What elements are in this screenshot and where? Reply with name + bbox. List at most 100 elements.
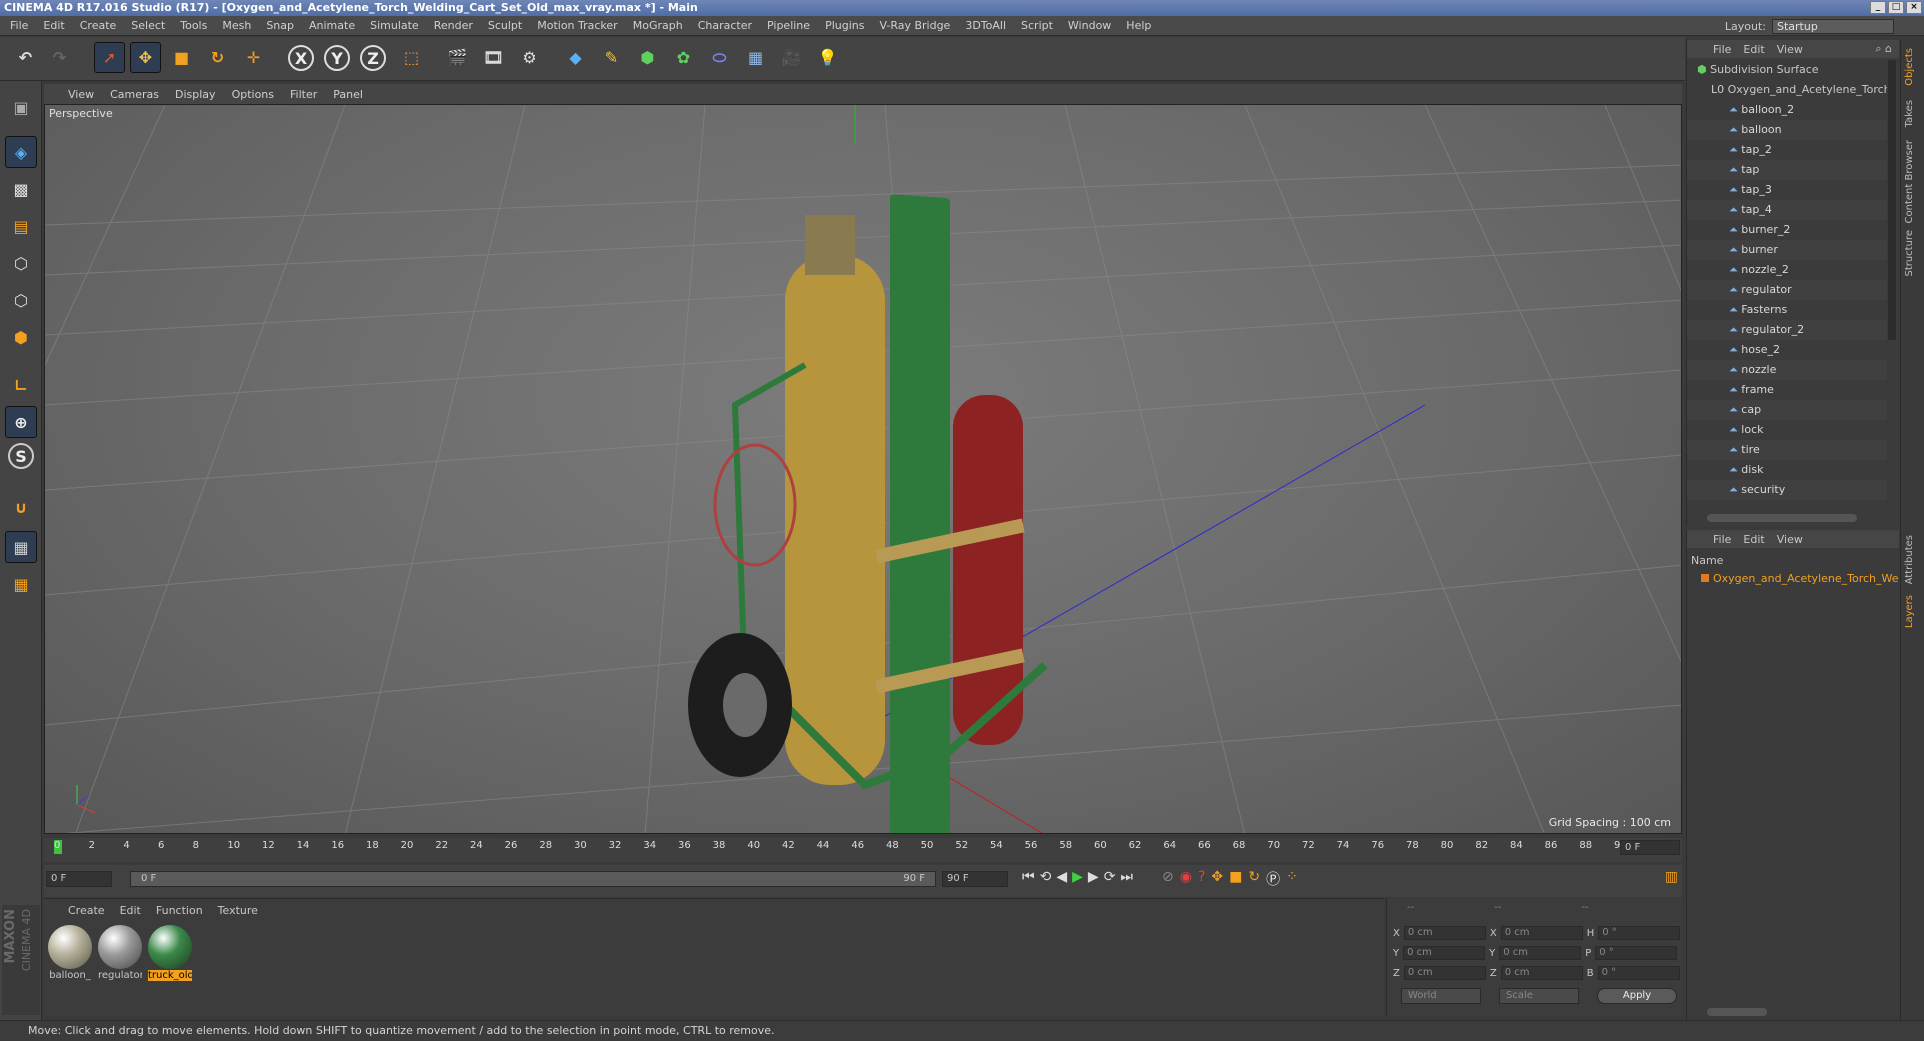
menu-item[interactable]: Plugins [825,19,864,32]
render-view-icon[interactable]: 🎬 [442,42,473,73]
welding-cart-model[interactable] [688,194,1048,834]
end-frame-field[interactable]: 90 F [942,871,1008,887]
y-axis-icon[interactable]: Y [324,45,350,71]
floor-icon[interactable]: ▦ [740,42,771,73]
objects-menu-item[interactable]: File [1713,43,1731,56]
object-row[interactable]: ⏶ Fasterns [1687,300,1887,320]
snap-icon[interactable]: S [8,443,34,469]
key-position-icon[interactable]: ✥ [1211,869,1223,889]
pen-icon[interactable]: ✎ [596,42,627,73]
undo-icon[interactable]: ↶ [10,42,41,73]
object-row[interactable]: ⏶ nozzle_2 [1687,260,1887,280]
menu-item[interactable]: Mesh [222,19,251,32]
menu-item[interactable]: 3DToAll [965,19,1006,32]
apply-button[interactable]: Apply [1597,988,1677,1004]
rotate-icon[interactable]: ↻ [202,42,233,73]
material-slot-selected[interactable]: truck_old [146,925,194,985]
object-row[interactable]: ⏶ tire [1687,440,1887,460]
viewport-menu-item[interactable]: Cameras [110,88,159,101]
object-row[interactable]: ⏶ frame [1687,380,1887,400]
transform-icon[interactable]: ✛ [238,42,269,73]
tab-layers[interactable]: Layers [1904,595,1922,628]
object-row[interactable]: ⏶ burner [1687,240,1887,260]
keyframe-help-icon[interactable]: ? [1198,869,1205,889]
autokey-icon[interactable]: ◉ [1180,869,1192,889]
layer-h-scrollbar[interactable] [1707,1008,1767,1016]
timeline-ruler[interactable]: 0 2 4 6 8 10 12 14 16 18 20 22 24 26 28 30 32 34 36 38 40 42 4… [44,838,1682,862]
object-row[interactable]: ⏶ disk [1687,460,1887,480]
subdivision-icon[interactable]: ⬢ [632,42,663,73]
object-row[interactable]: ⏶ hose_2 [1687,340,1887,360]
edges-mode-icon[interactable]: ⬡ [5,284,37,316]
menu-item[interactable]: Script [1021,19,1053,32]
goto-start-icon[interactable]: ⏮ [1022,869,1035,885]
material-slot[interactable]: balloon_ [46,925,94,985]
menu-item[interactable]: Window [1068,19,1111,32]
array-icon[interactable]: ✿ [668,42,699,73]
texture-mode-icon[interactable]: ▩ [5,173,37,205]
key-scale-icon[interactable]: ■ [1229,869,1242,889]
timeline-icon[interactable]: ▥ [1665,869,1678,885]
menu-item[interactable]: Edit [43,19,64,32]
material-slot[interactable]: regulator [96,925,144,985]
key-pla-icon[interactable]: ⁘ [1286,869,1298,889]
object-row[interactable]: ⏶ nozzle [1687,360,1887,380]
menu-item[interactable]: Animate [309,19,355,32]
light-icon[interactable]: 💡 [812,42,843,73]
layout-selector[interactable]: Layout: Startup [1725,19,1894,34]
workplane-icon[interactable]: ▤ [5,210,37,242]
x-axis-icon[interactable]: X [288,45,314,71]
viewport[interactable]: Perspective Grid Spacing : 100 cm [44,104,1682,834]
pos-x-field[interactable]: 0 cm [1403,926,1486,940]
tab-content-browser[interactable]: Content Browser [1904,140,1922,223]
viewport-menu-item[interactable]: Options [232,88,274,101]
world-select[interactable]: World [1401,988,1481,1004]
make-editable-icon[interactable]: ▣ [5,91,37,123]
object-row[interactable]: ⏶ balloon [1687,120,1887,140]
object-row[interactable]: ⏶ regulator [1687,280,1887,300]
tab-takes[interactable]: Takes [1904,100,1922,127]
menu-item[interactable]: V-Ray Bridge [879,19,950,32]
size-z-field[interactable]: 0 cm [1500,966,1583,980]
object-row[interactable]: ⏶ tap_4 [1687,200,1887,220]
goto-end-icon[interactable]: ⏭ [1120,869,1133,885]
frame-range-slider[interactable]: 0 F 90 F [130,871,936,887]
cube-icon[interactable]: ◆ [560,42,591,73]
menu-item[interactable]: Simulate [370,19,419,32]
points-mode-icon[interactable]: ⬡ [5,247,37,279]
key-parameter-icon[interactable]: Ⓟ [1266,869,1280,889]
menu-item[interactable]: Snap [266,19,294,32]
deformer-icon[interactable]: ⬭ [704,42,735,73]
tweak-mode-icon[interactable]: ⊕ [5,406,37,438]
layout-select[interactable]: Startup [1772,19,1894,34]
menu-item[interactable]: Create [80,19,117,32]
move-icon[interactable]: ✥ [130,42,161,73]
layers-menu-item[interactable]: File [1713,533,1731,546]
render-settings-icon[interactable]: ⚙ [514,42,545,73]
record-keys-icon[interactable]: ⊘ [1162,869,1174,889]
viewport-menu-item[interactable]: Filter [290,88,317,101]
object-row[interactable]: ⏶ tap_2 [1687,140,1887,160]
redo-icon[interactable]: ↷ [44,42,75,73]
scale-select[interactable]: Scale [1499,988,1579,1004]
coordinate-system-icon[interactable]: ⬚ [396,42,427,73]
menu-item[interactable]: Help [1126,19,1151,32]
key-rotation-icon[interactable]: ↻ [1248,869,1260,889]
minimize-button[interactable]: _ [1870,1,1886,14]
rot-p-field[interactable]: 0 ° [1595,946,1678,960]
next-frame-icon[interactable]: ▶ [1088,869,1099,885]
layers-menu-item[interactable]: View [1777,533,1803,546]
layers-menu-item[interactable]: Edit [1743,533,1764,546]
tab-structure[interactable]: Structure [1904,230,1922,277]
menu-item[interactable]: Pipeline [767,19,810,32]
object-row[interactable]: ⏶ tap_3 [1687,180,1887,200]
next-key-icon[interactable]: ⟳ [1104,869,1116,885]
object-search-icon[interactable]: ⌕ ⌂ [1875,42,1892,56]
material-menu-item[interactable]: Create [68,904,105,917]
object-h-scrollbar[interactable] [1707,514,1857,522]
object-row[interactable]: ⏶ cap [1687,400,1887,420]
prev-key-icon[interactable]: ⟲ [1040,869,1052,885]
object-row[interactable]: ⏶ balloon_2 [1687,100,1887,120]
material-menu-item[interactable]: Function [156,904,203,917]
menu-item[interactable]: Select [131,19,165,32]
